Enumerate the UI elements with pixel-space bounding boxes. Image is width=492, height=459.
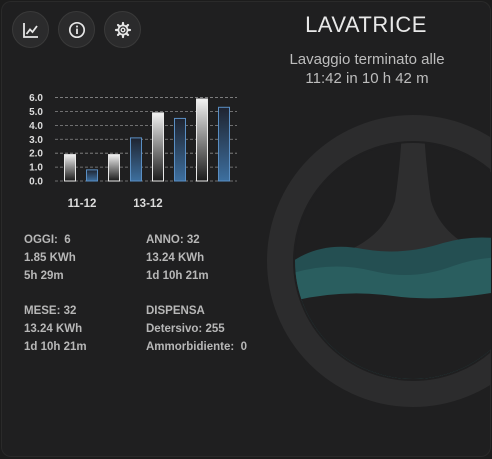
washing-machine-card: LAVATRICE Lavaggio terminato alle 11:42 … xyxy=(1,1,491,457)
y-tick-label: 4.0 xyxy=(29,121,43,132)
chart-grid xyxy=(55,97,237,182)
y-tick-label: 6.0 xyxy=(29,93,43,104)
gear-icon xyxy=(114,21,131,38)
bar-white xyxy=(196,98,208,182)
detergent-value: 255 xyxy=(205,323,225,335)
y-tick-label: 1.0 xyxy=(29,163,43,174)
year-time: 1d 10h 21m xyxy=(146,270,209,282)
detergent-stock: DISPENSA Detersivo: 255 Ammorbidiente: 0 xyxy=(146,302,247,356)
device-title: LAVATRICE xyxy=(305,12,427,37)
toolbar xyxy=(12,11,141,48)
dispensa-title: DISPENSA xyxy=(146,305,205,317)
month-time: 1d 10h 21m xyxy=(24,341,87,353)
x-tick-label: 13-12 xyxy=(133,198,162,210)
y-tick-label: 2.0 xyxy=(29,149,43,160)
wash-status: Lavaggio terminato alle 11:42 in 10 h 42… xyxy=(255,50,479,88)
x-tick-label: 11-12 xyxy=(68,198,97,210)
month-count: 32 xyxy=(63,305,77,317)
history-chart-button[interactable] xyxy=(12,11,49,48)
consumption-bar-chart: 6.0 5.0 4.0 3.0 2.0 1.0 0.0 11-12 13-12 xyxy=(29,93,237,210)
year-label: ANNO: xyxy=(146,234,184,246)
settings-button[interactable] xyxy=(104,11,141,48)
info-icon xyxy=(68,21,85,38)
bar-white xyxy=(108,154,120,182)
year-stats: ANNO: 32 13.24 KWh 1d 10h 21m xyxy=(146,231,209,285)
today-energy: 1.85 KWh xyxy=(24,252,76,264)
chart-y-axis: 6.0 5.0 4.0 3.0 2.0 1.0 0.0 xyxy=(29,93,43,187)
softener-value: 0 xyxy=(240,341,247,353)
month-stats: MESE: 32 13.24 KWh 1d 10h 21m xyxy=(24,302,87,356)
info-button[interactable] xyxy=(58,11,95,48)
y-tick-label: 5.0 xyxy=(29,107,43,118)
bar-blue xyxy=(130,137,142,182)
wash-status-line2: 11:42 in 10 h 42 m xyxy=(305,70,429,87)
bar-blue xyxy=(86,169,98,182)
month-energy: 13.24 KWh xyxy=(24,323,83,335)
year-energy: 13.24 KWh xyxy=(146,252,205,264)
y-tick-label: 0.0 xyxy=(29,177,43,188)
today-stats: OGGI: 6 1.85 KWh 5h 29m xyxy=(24,231,76,285)
month-label: MESE: xyxy=(24,305,61,317)
detergent-label: Detersivo: xyxy=(146,323,203,335)
bar-white xyxy=(64,154,76,182)
bar-blue xyxy=(218,106,230,182)
bar-white xyxy=(152,112,164,182)
year-count: 32 xyxy=(186,234,200,246)
washing-drum-illustration xyxy=(267,115,491,407)
wash-status-line1: Lavaggio terminato alle xyxy=(289,51,445,68)
y-tick-label: 3.0 xyxy=(29,135,43,146)
today-time: 5h 29m xyxy=(24,270,64,282)
chart-x-axis: 11-12 13-12 xyxy=(68,198,163,210)
softener-label: Ammorbidiente: xyxy=(146,341,235,353)
bar-blue xyxy=(174,117,186,182)
today-count: 6 xyxy=(64,234,71,246)
chart-line-icon xyxy=(22,22,38,38)
today-label: OGGI: xyxy=(24,234,58,246)
